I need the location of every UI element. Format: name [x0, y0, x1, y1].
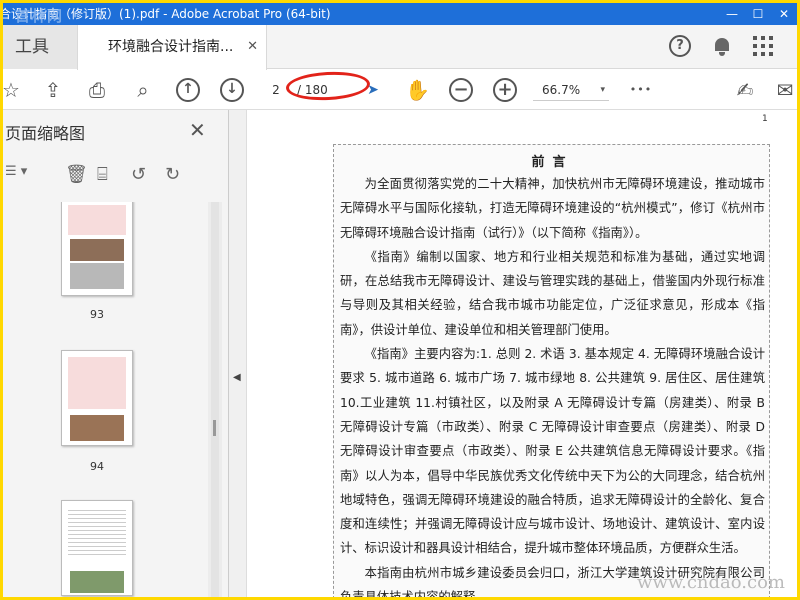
app-window: 合设计指南（修订版）(1).pdf - Adobe Acrobat Pro (6… [3, 3, 797, 597]
thumbnail-page-93[interactable] [61, 202, 133, 296]
bell-icon[interactable] [711, 35, 733, 57]
print-icon[interactable]: ⎙ [85, 78, 109, 102]
hand-tool-icon[interactable]: ✋ [405, 78, 430, 102]
rotate-right-icon[interactable]: ↻ [165, 164, 180, 185]
site-watermark: www.cndao.com [637, 572, 785, 593]
zoom-out-icon[interactable]: − [449, 78, 473, 102]
tab-bar: 工具 环境融合设计指南... ✕ ? [3, 25, 797, 70]
thumbnail-page-94[interactable] [61, 350, 133, 446]
select-cursor-icon[interactable]: ➤ [361, 78, 385, 102]
thumbnail-label: 94 [90, 460, 104, 473]
extract-page-icon[interactable]: ⌸ [97, 164, 108, 185]
mail-icon[interactable]: ✉ [773, 78, 797, 102]
more-tools-icon[interactable]: ••• [629, 78, 653, 102]
sign-link-icon[interactable]: ✍ [733, 78, 757, 102]
trash-icon[interactable]: 🗑 [65, 164, 88, 185]
chevron-down-icon: ▾ [600, 85, 605, 95]
tab-tools[interactable]: 工具 [3, 25, 77, 69]
window-controls: — ☐ ✕ [719, 3, 797, 25]
document-view[interactable]: 1 前言 为全面贯彻落实党的二十大精神，加快杭州市无障碍环境建设，推动城市无障碍… [248, 110, 797, 597]
thumbnail-label: 93 [90, 308, 104, 321]
tab-document-label: 环境融合设计指南... [108, 39, 234, 55]
panel-collapse-handle[interactable]: ◀ [229, 110, 247, 597]
scrollbar-grip[interactable] [213, 420, 216, 436]
zoom-in-icon[interactable]: + [493, 78, 517, 102]
thumbnail-panel: 页面缩略图 ✕ ☰ ▾ 🗑 ⌸ ↺ ↻ 93 94 [3, 110, 229, 597]
zoom-value: 66.7% [542, 83, 581, 97]
rotate-left-icon[interactable]: ↺ [131, 164, 146, 185]
zoom-select[interactable]: 66.7% ▾ [533, 79, 609, 101]
thumbnail-scrollbar[interactable] [208, 202, 222, 597]
annotation-ellipse [285, 69, 371, 103]
page-number-input[interactable]: 2 [266, 79, 286, 101]
scrollbar-track [211, 202, 219, 597]
maximize-button[interactable]: ☐ [745, 3, 771, 25]
page-content: 前言 为全面贯彻落实党的二十大精神，加快杭州市无障碍环境建设，推动城市无障碍水平… [333, 144, 770, 597]
header-actions: ? [669, 35, 773, 57]
watermark-logo: 首林网 [15, 7, 64, 25]
previous-page-icon[interactable]: ↑ [176, 78, 200, 102]
panel-toolbar: ☰ ▾ 🗑 ⌸ ↺ ↻ [3, 158, 229, 194]
panel-title: 页面缩略图 [5, 124, 86, 143]
close-panel-icon[interactable]: ✕ [189, 118, 206, 142]
options-menu-icon[interactable]: ☰ ▾ [5, 164, 27, 179]
paragraph: 《指南》编制以国家、地方和行业相关规范和标准为基础，通过实地调研，在总结我市无障… [340, 249, 765, 337]
tab-document[interactable]: 环境融合设计指南... ✕ [77, 25, 267, 70]
page-heading: 前言 [531, 155, 574, 170]
thumbnail-list: 93 94 [3, 202, 213, 597]
main-toolbar: ☆ ⇪ ⎙ ⌕ ↑ ↓ 2 / 180 ➤ ✋ − + 66.7% ▾ ••• … [3, 69, 797, 110]
help-icon[interactable]: ? [669, 35, 691, 57]
paragraph: 《指南》主要内容为:1. 总则 2. 术语 3. 基本规定 4. 无障碍环境融合… [340, 347, 765, 556]
thumbnail-page-95[interactable] [61, 500, 133, 596]
bookmark-star-icon[interactable]: ☆ [3, 78, 23, 102]
upload-cloud-icon[interactable]: ⇪ [41, 78, 65, 102]
close-window-button[interactable]: ✕ [771, 3, 797, 25]
minimize-button[interactable]: — [719, 3, 745, 25]
page-number: 1 [762, 114, 768, 124]
next-page-icon[interactable]: ↓ [220, 78, 244, 102]
close-tab-icon[interactable]: ✕ [247, 25, 258, 69]
paragraph: 为全面贯彻落实党的二十大精神，加快杭州市无障碍环境建设，推动城市无障碍水平与国际… [340, 177, 765, 240]
apps-grid-icon[interactable] [753, 35, 773, 56]
title-bar: 合设计指南（修订版）(1).pdf - Adobe Acrobat Pro (6… [3, 3, 797, 25]
collapse-arrow-icon: ◀ [233, 372, 241, 383]
search-icon[interactable]: ⌕ [131, 78, 155, 102]
